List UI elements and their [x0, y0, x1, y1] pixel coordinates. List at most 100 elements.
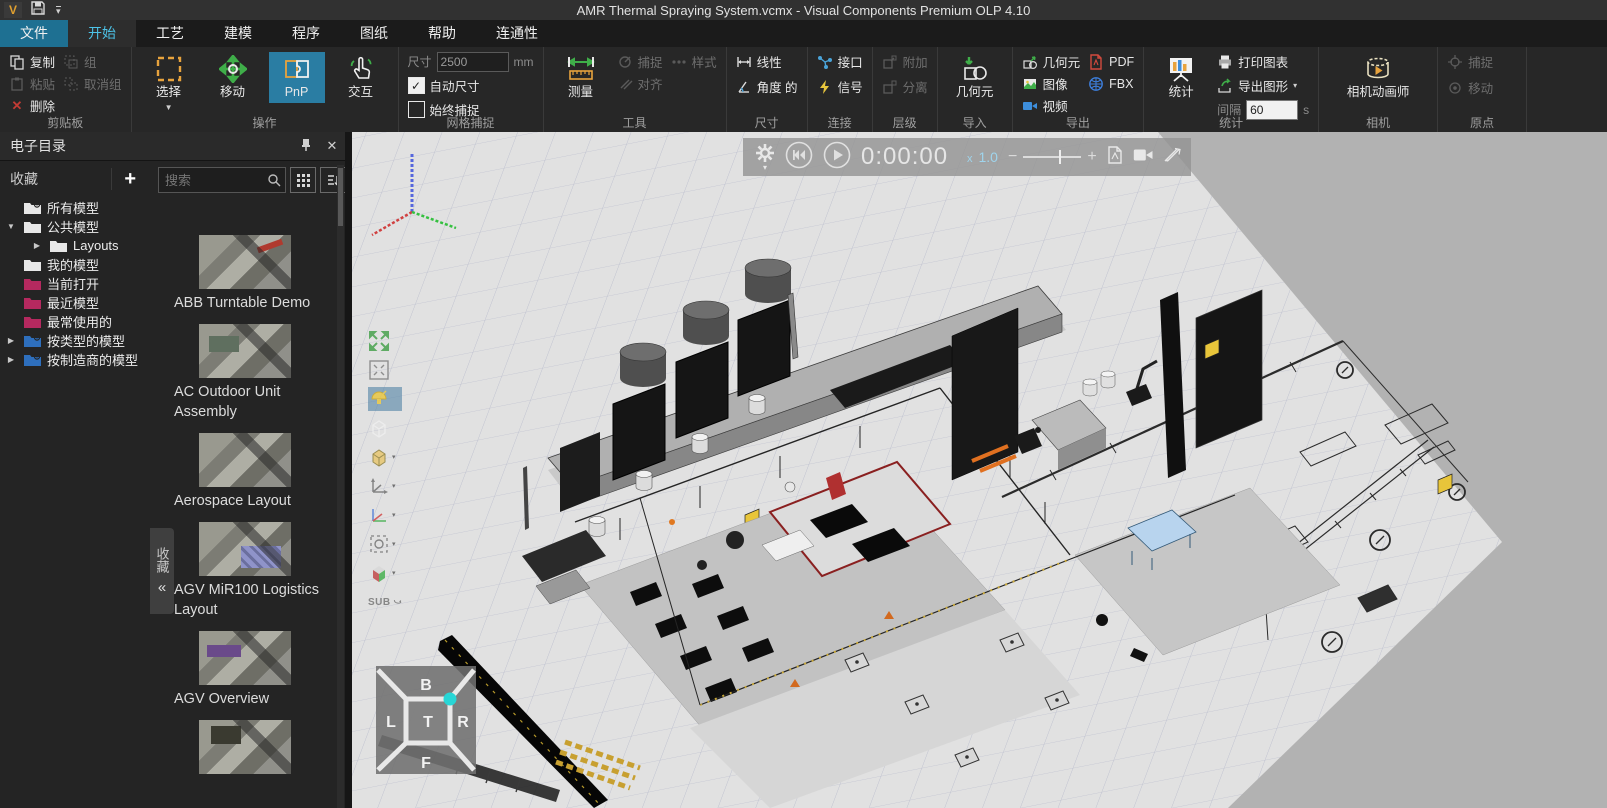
- delete-button[interactable]: ✕ 删除: [9, 96, 55, 115]
- align-button[interactable]: 对齐: [617, 74, 663, 93]
- selection-mode-button[interactable]: ▾: [368, 532, 402, 556]
- sub-assembly-button[interactable]: SUB: [368, 590, 402, 614]
- catalog-item[interactable]: AGV Overview: [152, 631, 337, 709]
- tab-help[interactable]: 帮助: [408, 20, 476, 47]
- attach-button[interactable]: 附加: [882, 52, 928, 71]
- export-video-button[interactable]: 视频: [1022, 96, 1081, 115]
- move-button[interactable]: 移动: [205, 52, 261, 103]
- export-geometry-button[interactable]: 几何元: [1022, 52, 1081, 71]
- record-video-button[interactable]: [1133, 148, 1153, 167]
- selection-mode-caret[interactable]: ▾: [392, 540, 396, 548]
- tree-item-most-used[interactable]: 最常使用的: [0, 312, 150, 331]
- tree-item-my-models[interactable]: 我的模型: [0, 255, 150, 274]
- collapsed-caret-icon[interactable]: ▶: [4, 355, 18, 364]
- speed-decrease-button[interactable]: −: [1008, 148, 1017, 166]
- speed-increase-button[interactable]: +: [1087, 148, 1096, 166]
- shaded-mode-button[interactable]: ▾: [368, 445, 402, 469]
- quick-access-dropdown[interactable]: ▾: [56, 6, 61, 15]
- grid-view-button[interactable]: [290, 167, 316, 193]
- wireframe-mode-button[interactable]: [368, 416, 402, 440]
- export-fbx-button[interactable]: FBX: [1088, 74, 1134, 93]
- catalog-scrollbar[interactable]: [337, 165, 344, 808]
- viewcube-front[interactable]: F: [421, 755, 431, 772]
- tree-item-recent-models[interactable]: 最近模型: [0, 293, 150, 312]
- speed-slider-handle[interactable]: [1059, 150, 1061, 164]
- tab-modeling[interactable]: 建模: [204, 20, 272, 47]
- tree-item-models-by-manufacturer[interactable]: ▶ 按制造商的模型: [0, 350, 150, 369]
- paste-button[interactable]: 粘贴: [9, 74, 55, 93]
- ungroup-button[interactable]: 取消组: [63, 74, 122, 93]
- interface-button[interactable]: 接口: [817, 52, 863, 71]
- shaded-mode-caret[interactable]: ▾: [392, 453, 396, 461]
- lighting-button[interactable]: [368, 387, 402, 411]
- tree-item-all-models[interactable]: 所有模型: [0, 198, 150, 217]
- tab-file[interactable]: 文件: [0, 20, 68, 47]
- pnp-button[interactable]: PnP: [269, 52, 325, 103]
- tab-drawing[interactable]: 图纸: [340, 20, 408, 47]
- tab-program[interactable]: 程序: [272, 20, 340, 47]
- catalog-item[interactable]: AC Outdoor Unit Assembly: [152, 324, 337, 422]
- camera-animator-button[interactable]: 相机动画师: [1328, 52, 1428, 103]
- snap-button[interactable]: 捕捉: [617, 52, 663, 71]
- coordinate-caret[interactable]: ▾: [392, 511, 396, 519]
- scrollbar-thumb[interactable]: [338, 168, 343, 226]
- simulation-speed-value[interactable]: 1.0: [979, 149, 998, 165]
- collapse-favorites-handle[interactable]: 收藏 «: [150, 528, 174, 614]
- animation-export-button[interactable]: [1163, 147, 1181, 168]
- save-button[interactable]: [30, 0, 46, 21]
- add-favorite-button[interactable]: +: [111, 168, 136, 190]
- move-frame-caret[interactable]: ▾: [392, 482, 396, 490]
- group-button[interactable]: 组: [63, 52, 122, 71]
- fit-selection-button[interactable]: [368, 358, 402, 382]
- tree-item-models-by-type[interactable]: ▶ 按类型的模型: [0, 331, 150, 350]
- signal-button[interactable]: 信号: [817, 77, 863, 96]
- viewcube-left[interactable]: L: [386, 714, 396, 731]
- viewport-3d[interactable]: ▾ 0:00:00 x 1.0 − +: [352, 132, 1607, 808]
- move-frame-button[interactable]: ▾: [368, 474, 402, 498]
- tree-item-layouts[interactable]: ▶ Layouts: [0, 236, 150, 255]
- viewcube-top[interactable]: T: [423, 714, 433, 731]
- tree-item-public-models[interactable]: ▼ 公共模型: [0, 217, 150, 236]
- detach-button[interactable]: 分离: [882, 77, 928, 96]
- export-image-button[interactable]: 图像: [1022, 74, 1081, 93]
- linear-dimension-button[interactable]: 线性: [736, 52, 798, 71]
- play-simulation-button[interactable]: [823, 141, 851, 174]
- viewcube-back[interactable]: B: [420, 677, 432, 694]
- select-button[interactable]: 选择 ▼: [141, 52, 197, 115]
- interact-button[interactable]: 交互: [333, 52, 389, 103]
- viewcube-right[interactable]: R: [457, 714, 469, 731]
- pin-panel-button[interactable]: [293, 138, 319, 155]
- export-graph-button[interactable]: 导出图形 ▾: [1217, 76, 1309, 95]
- close-panel-button[interactable]: ✕: [319, 138, 345, 154]
- catalog-item[interactable]: [152, 720, 337, 774]
- copy-button[interactable]: 复制: [9, 52, 55, 71]
- origin-move-button[interactable]: 移动: [1447, 78, 1493, 97]
- viewcube-corner-dot[interactable]: [444, 693, 457, 706]
- collapsed-caret-icon[interactable]: ▶: [30, 241, 44, 250]
- export-pdf-3d-button[interactable]: [1107, 146, 1123, 169]
- search-input[interactable]: [159, 173, 267, 188]
- tab-connectivity[interactable]: 连通性: [476, 20, 558, 47]
- measure-button[interactable]: 测量: [553, 52, 609, 103]
- render-mode-button[interactable]: ▾: [368, 561, 402, 585]
- import-geometry-button[interactable]: 几何元: [947, 52, 1003, 103]
- export-graph-caret[interactable]: ▾: [1293, 81, 1297, 90]
- angular-dimension-button[interactable]: 角度 的: [736, 77, 798, 96]
- grid-size-input[interactable]: [437, 52, 509, 72]
- export-pdf-button[interactable]: PDF: [1088, 52, 1134, 71]
- coordinate-system-button[interactable]: ▾: [368, 503, 402, 527]
- render-mode-caret[interactable]: ▾: [392, 569, 396, 577]
- app-logo-icon[interactable]: V: [4, 2, 22, 18]
- speed-slider[interactable]: [1023, 156, 1081, 158]
- tree-item-currently-open[interactable]: 当前打开: [0, 274, 150, 293]
- reset-simulation-button[interactable]: [785, 141, 813, 174]
- tab-home[interactable]: 开始: [68, 20, 136, 47]
- collapsed-caret-icon[interactable]: ▶: [4, 336, 18, 345]
- auto-size-checkbox[interactable]: ✓ 自动尺寸: [408, 76, 534, 95]
- expanded-caret-icon[interactable]: ▼: [4, 222, 18, 231]
- tab-process[interactable]: 工艺: [136, 20, 204, 47]
- style-button[interactable]: 样式: [671, 52, 717, 71]
- select-dropdown-caret[interactable]: ▼: [165, 103, 173, 112]
- fit-view-button[interactable]: [368, 329, 402, 353]
- catalog-item[interactable]: Aerospace Layout: [152, 433, 337, 511]
